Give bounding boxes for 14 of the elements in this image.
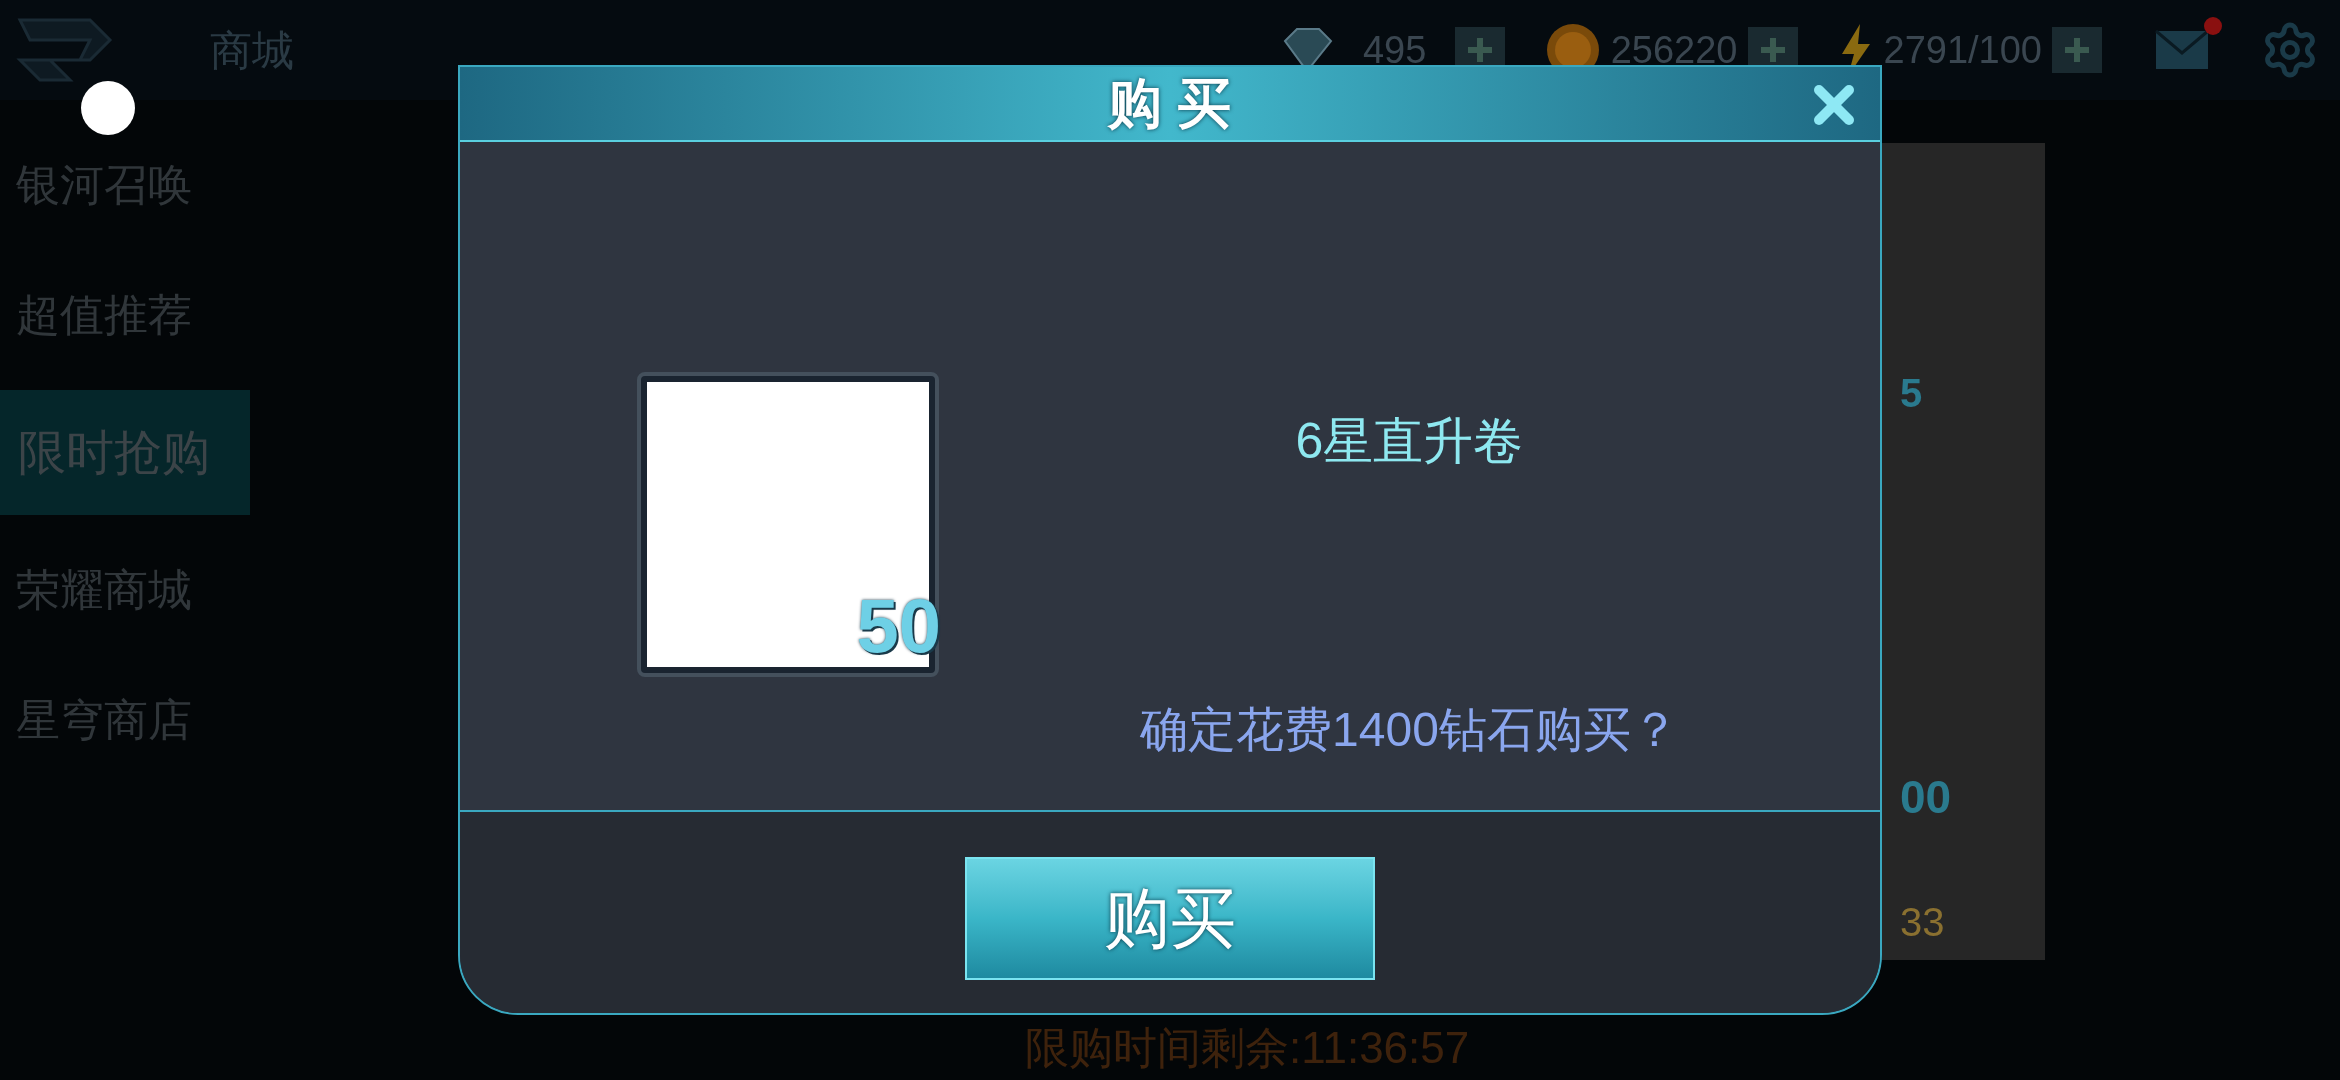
dialog-title: 购 买: [1108, 72, 1232, 135]
countdown-text: 限购时间剩余:11:36:57: [1025, 1021, 1470, 1074]
card-text: 5: [1900, 370, 1924, 417]
currency-amount: 256220: [1610, 27, 1738, 73]
touch-indicator: [81, 81, 135, 135]
currency-amount: 495: [1362, 27, 1428, 73]
plus-icon: [2062, 35, 2092, 65]
currency-amount: 2791/100: [1883, 27, 2042, 73]
mail-icon: [2154, 29, 2210, 71]
card-text: 00: [1900, 770, 1953, 825]
item-name: 6星直升卷: [1295, 412, 1524, 471]
card-text: 33: [1900, 899, 1946, 946]
buy-button[interactable]: 购买: [965, 857, 1375, 980]
confirm-question: 确定花费1400钻石购买？: [1140, 702, 1679, 758]
